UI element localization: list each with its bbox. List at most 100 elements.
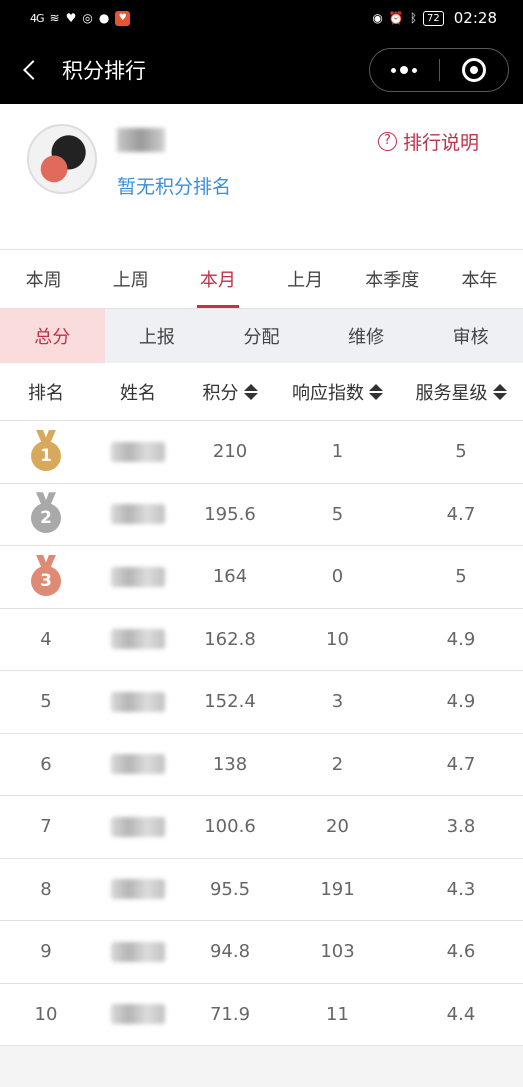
stars-cell: 4.9 (446, 628, 476, 650)
tab-category[interactable]: 分配 (209, 309, 314, 363)
app-notification-icon: ♥ (115, 10, 131, 26)
table-row: 5 152.4 3 4.9 (0, 671, 523, 734)
tab-period[interactable]: 本季度 (349, 250, 436, 308)
silver-medal-icon: 2 (30, 492, 62, 536)
response-cell: 10 (326, 628, 349, 650)
header-response[interactable]: 响应指数 (276, 363, 399, 420)
more-button[interactable] (370, 49, 439, 91)
stars-cell: 4.3 (446, 878, 476, 900)
score-cell: 152.4 (204, 691, 256, 713)
response-cell: 20 (326, 816, 349, 838)
health-icon: ♥ (65, 11, 77, 25)
blurred-name (111, 441, 165, 462)
stars-cell: 4.9 (446, 691, 476, 713)
blurred-name (111, 816, 165, 837)
browser-icon: ◎ (82, 11, 93, 25)
medal-rank-number: 2 (31, 503, 61, 534)
tab-category[interactable]: 维修 (314, 309, 419, 363)
period-tabs: 本周 上周 本月 上月 本季度 本年 (0, 249, 523, 309)
response-cell: 3 (331, 691, 344, 713)
tab-period[interactable]: 上周 (87, 250, 174, 308)
name-cell (92, 484, 184, 546)
close-mini-program-button[interactable] (440, 49, 509, 91)
status-bar: 4G ≋ ♥ ◎ ● ♥ ◉ ⏰ ᛒ 72 02:28 (0, 0, 523, 36)
stars-cell: 4.7 (446, 753, 476, 775)
tab-category[interactable]: 审核 (418, 309, 523, 363)
ranking-explain-link[interactable]: ? 排行说明 (377, 128, 479, 155)
wifi-icon: ≋ (49, 11, 60, 25)
response-cell: 11 (326, 1003, 349, 1025)
table-row: 8 95.5 191 4.3 (0, 859, 523, 921)
alarm-icon: ⏰ (388, 11, 404, 25)
rank-cell: 9 (40, 941, 52, 963)
nav-bar: 积分排行 (0, 36, 523, 104)
page-bottom (0, 1046, 523, 1087)
rank-medal-cell: 2 (0, 484, 92, 546)
ranking-explain-label: 排行说明 (402, 132, 479, 154)
rank-cell: 5 (40, 691, 52, 713)
score-cell: 195.6 (204, 503, 256, 525)
header-name: 姓名 (120, 382, 156, 404)
mini-program-capsule (369, 48, 509, 92)
score-cell: 210 (212, 441, 248, 463)
name-cell (92, 421, 184, 483)
tab-period[interactable]: 本年 (436, 250, 523, 308)
tab-period[interactable]: 本周 (0, 250, 87, 308)
rank-cell: 10 (34, 1003, 58, 1025)
blurred-name (111, 941, 165, 962)
table-row: 10 71.9 11 4.4 (0, 984, 523, 1046)
score-cell: 94.8 (209, 941, 251, 963)
header-score[interactable]: 积分 (184, 363, 276, 420)
score-cell: 71.9 (209, 1003, 251, 1025)
chat-icon: ● (98, 11, 110, 25)
tab-period[interactable]: 本月 (174, 250, 261, 308)
header-score-label: 积分 (202, 382, 239, 404)
response-cell: 1 (331, 441, 344, 463)
blurred-name (111, 629, 165, 650)
response-cell: 103 (320, 941, 355, 963)
header-rank: 排名 (28, 382, 64, 404)
gold-medal-icon: 1 (30, 429, 62, 474)
stars-cell: 5 (455, 441, 467, 463)
eye-icon: ◉ (372, 11, 383, 25)
clock: 02:28 (453, 9, 497, 27)
header-response-label: 响应指数 (292, 382, 364, 404)
tab-period[interactable]: 上月 (262, 250, 349, 308)
header-stars-label: 服务星级 (415, 382, 488, 404)
name-cell (92, 921, 184, 983)
tab-category[interactable]: 总分 (0, 309, 105, 363)
avatar (27, 124, 97, 194)
question-circle-icon: ? (377, 132, 397, 151)
blurred-name (111, 691, 165, 712)
name-cell (92, 984, 184, 1046)
tab-category[interactable]: 上报 (105, 309, 210, 363)
rank-medal-cell: 1 (0, 421, 92, 483)
sort-icon (243, 383, 258, 400)
score-cell: 95.5 (209, 878, 251, 900)
sort-icon (492, 383, 507, 400)
name-cell (92, 546, 184, 608)
no-rank-text: 暂无积分排名 (117, 176, 232, 198)
rank-cell: 7 (40, 816, 52, 838)
name-cell (92, 859, 184, 921)
battery-indicator: 72 (423, 10, 444, 26)
header-stars[interactable]: 服务星级 (399, 363, 523, 420)
blurred-name (111, 1004, 165, 1025)
name-cell (92, 796, 184, 858)
table-row: 7 100.6 20 3.8 (0, 796, 523, 859)
ranking-table: 排名 姓名 积分 响应指数 服务星级 1 210 1 5 2 195.6 5 4.7 3 164 0… (0, 363, 523, 1046)
profile-card: 暂无积分排名 ? 排行说明 (0, 104, 523, 249)
stars-cell: 3.8 (446, 816, 476, 838)
rank-medal-cell: 3 (0, 546, 92, 608)
back-arrow-icon[interactable] (23, 60, 43, 80)
name-cell (92, 734, 184, 796)
stars-cell: 4.6 (446, 941, 476, 963)
top-bar: 4G ≋ ♥ ◎ ● ♥ ◉ ⏰ ᛒ 72 02:28 积分排行 (0, 0, 523, 104)
table-row: 6 138 2 4.7 (0, 734, 523, 796)
table-row: 3 164 0 5 (0, 546, 523, 609)
category-tabs: 总分 上报 分配 维修 审核 (0, 309, 523, 363)
score-cell: 100.6 (204, 816, 256, 838)
user-name-blurred (117, 128, 165, 152)
bluetooth-icon: ᛒ (409, 11, 418, 25)
blurred-name (111, 754, 165, 775)
